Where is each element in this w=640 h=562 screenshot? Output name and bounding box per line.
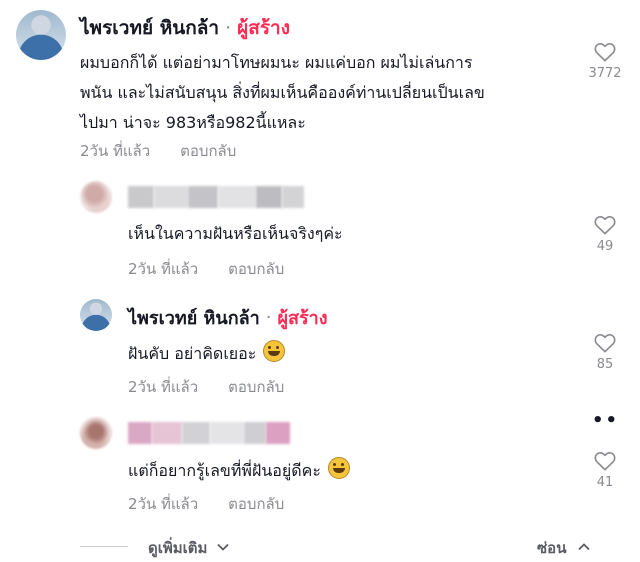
see-more-replies-button[interactable]: ดูเพิ่มเติม <box>148 536 229 560</box>
comment-text: เห็นในความฝันหรือเห็นจริงๆค่ะ <box>128 224 343 243</box>
timestamp: 2วัน ที่แล้ว <box>128 495 199 513</box>
comment-text: ผมบอกก็ได้ แต่อย่ามาโทษผมนะ ผมแค่บอก ผมไ… <box>80 48 485 138</box>
heart-outline-icon <box>594 451 616 471</box>
comment-header: ไพรเวทย์ หินกล้า · ผู้สร้าง <box>128 303 328 332</box>
grinning-emoji-icon <box>328 457 351 479</box>
comment-text-line: ผมบอกก็ได้ แต่อย่ามาโทษผมนะ ผมแค่บอก ผมไ… <box>80 53 473 72</box>
comment-text: แต่ก็อยากรู้เลขที่พี่ฝันอยู่ดีคะ <box>128 457 351 484</box>
username-blurred[interactable] <box>128 186 304 208</box>
like-count: 49 <box>596 239 614 254</box>
timestamp: 2วัน ที่แล้ว <box>80 142 151 160</box>
timestamp: 2วัน ที่แล้ว <box>128 378 199 396</box>
reply-button[interactable]: ตอบกลับ <box>228 257 284 281</box>
username[interactable]: ไพรเวทย์ หินกล้า <box>80 13 219 43</box>
comment-meta: 2วัน ที่แล้ว ตอบกลับ <box>80 139 236 163</box>
avatar[interactable] <box>16 10 66 60</box>
like-count: 41 <box>596 475 614 490</box>
more-options-button[interactable]: •• <box>592 410 619 431</box>
like-button[interactable]: 85 <box>580 333 630 372</box>
comment-text-body: แต่ก็อยากรู้เลขที่พี่ฝันอยู่ดีคะ <box>128 461 321 480</box>
separator-dot: · <box>265 307 272 328</box>
like-button[interactable]: 3772 <box>580 42 630 81</box>
creator-badge: ผู้สร้าง <box>277 308 328 329</box>
username-blurred[interactable] <box>128 422 290 444</box>
like-button[interactable]: 49 <box>580 215 630 254</box>
reply-button[interactable]: ตอบกลับ <box>228 375 284 399</box>
timestamp: 2วัน ที่แล้ว <box>128 260 199 278</box>
heart-outline-icon <box>594 333 616 353</box>
comment-meta: 2วัน ที่แล้ว ตอบกลับ <box>128 492 284 516</box>
hide-label: ซ่อน <box>537 539 567 557</box>
like-count: 85 <box>596 357 614 372</box>
comment-text-line: พนัน และไม่สนับสนุน สิ่งที่ผมเห็นคือองค์… <box>80 83 485 102</box>
chevron-down-icon <box>217 543 229 551</box>
comment-text-line: ไปมา น่าจะ 983หรือ982นี้แหละ <box>80 113 306 132</box>
heart-outline-icon <box>594 42 616 62</box>
hide-replies-button[interactable]: ซ่อน <box>537 536 590 560</box>
reply-button[interactable]: ตอบกลับ <box>180 139 236 163</box>
like-count: 3772 <box>588 66 622 81</box>
creator-badge: ผู้สร้าง <box>237 17 290 39</box>
avatar[interactable] <box>80 417 112 449</box>
comment-text: ฝันคับ อย่าคิดเยอะ <box>128 340 286 367</box>
username[interactable]: ไพรเวทย์ หินกล้า <box>128 303 260 332</box>
laughing-emoji-icon <box>263 340 286 362</box>
reply-button[interactable]: ตอบกลับ <box>228 492 284 516</box>
comment-meta: 2วัน ที่แล้ว ตอบกลับ <box>128 375 284 399</box>
avatar[interactable] <box>80 299 112 331</box>
chevron-up-icon <box>578 543 590 551</box>
heart-outline-icon <box>594 215 616 235</box>
divider <box>80 546 128 547</box>
separator-dot: · <box>225 17 232 39</box>
comment-header: ไพรเวทย์ หินกล้า · ผู้สร้าง <box>80 13 290 43</box>
see-more-label: ดูเพิ่มเติม <box>148 539 208 557</box>
comment-text-body: ฝันคับ อย่าคิดเยอะ <box>128 344 257 363</box>
avatar[interactable] <box>80 181 112 213</box>
like-button[interactable]: 41 <box>580 451 630 490</box>
comment-meta: 2วัน ที่แล้ว ตอบกลับ <box>128 257 284 281</box>
